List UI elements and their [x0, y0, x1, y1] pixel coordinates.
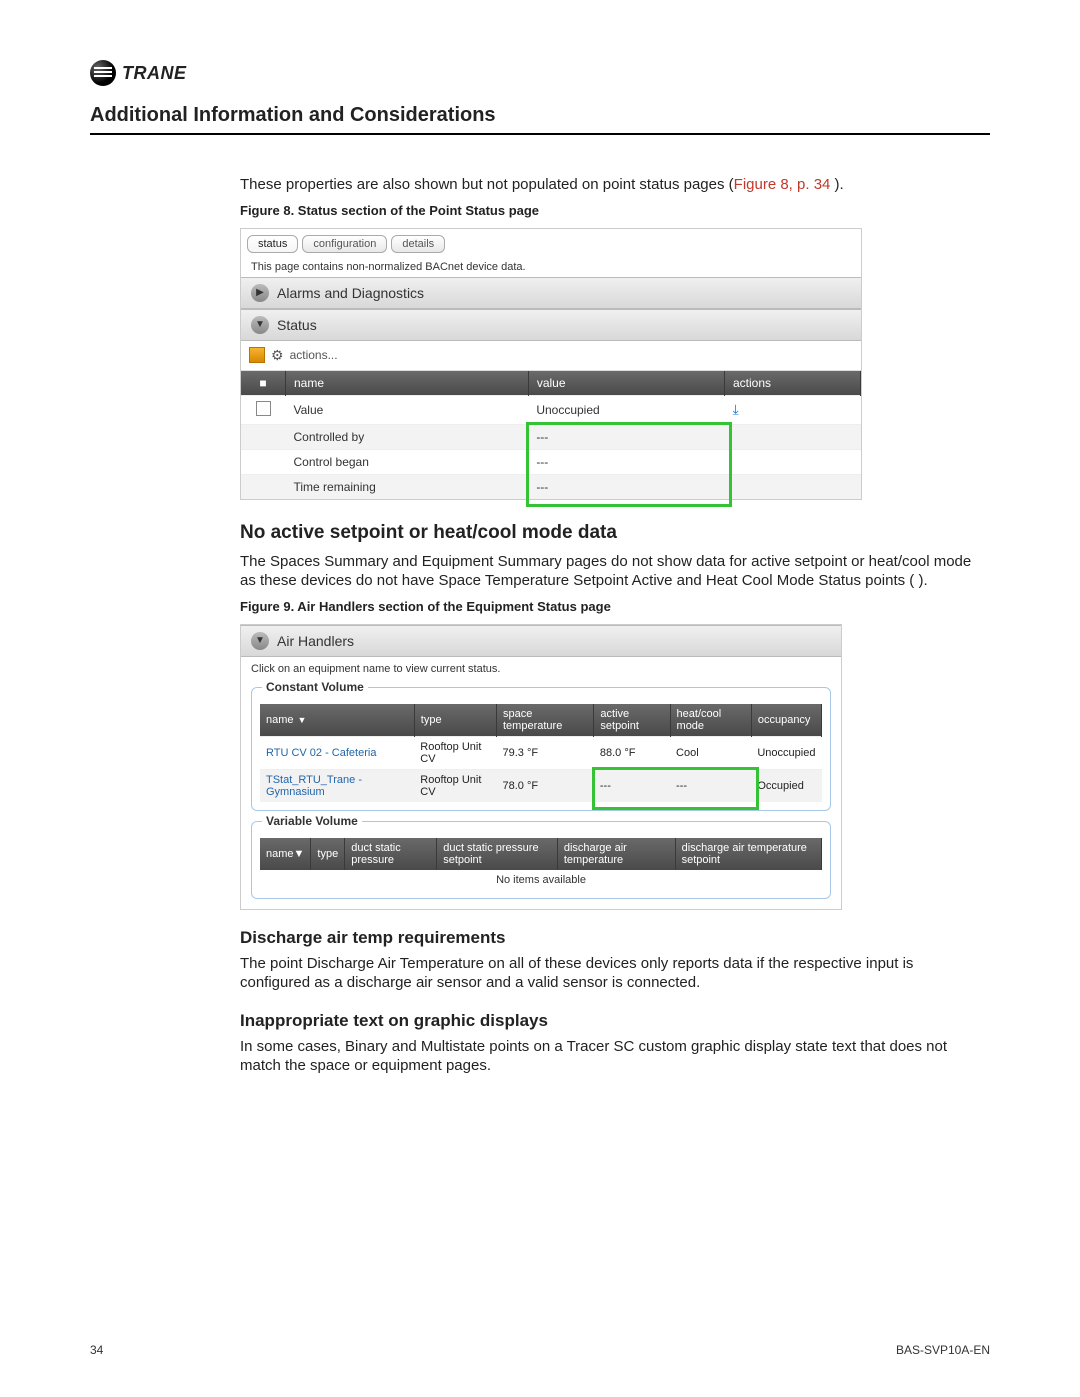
variable-volume-table: name▼ type duct static pressure duct sta…: [260, 838, 822, 870]
section-title: Additional Information and Consideration…: [90, 104, 990, 127]
cell-value: ---: [528, 474, 724, 499]
constant-volume-label: Constant Volume: [262, 680, 368, 694]
override-icon[interactable]: ⤓: [732, 401, 738, 417]
cv-col-space-temp[interactable]: space temperature: [497, 704, 594, 737]
air-handlers-label: Air Handlers: [277, 633, 354, 649]
col-select[interactable]: ■: [241, 371, 286, 396]
table-row: TStat_RTU_Trane - GymnasiumRooftop Unit …: [260, 769, 822, 802]
table-row: Control began---: [241, 449, 861, 474]
vv-col-name[interactable]: name▼: [260, 838, 311, 870]
cv-col-heatcool[interactable]: heat/cool mode: [670, 704, 751, 737]
row-checkbox[interactable]: [256, 401, 271, 416]
figure-9-caption: Figure 9. Air Handlers section of the Eq…: [240, 599, 980, 614]
cell-space-temp: 78.0 °F: [497, 769, 594, 802]
status-bar[interactable]: ▼ Status: [241, 309, 861, 341]
table-row: ValueUnoccupied ⤓: [241, 395, 861, 424]
collapse-icon: ▼: [251, 632, 269, 650]
vv-col-dsp[interactable]: duct static pressure: [345, 838, 437, 870]
alarms-label: Alarms and Diagnostics: [277, 285, 424, 301]
heading-inappropriate: Inappropriate text on graphic displays: [240, 1011, 980, 1031]
no-items-label: No items available: [260, 870, 822, 890]
sort-icon: ▼: [294, 848, 305, 860]
section-rule: [90, 133, 990, 135]
cell-value: Unoccupied: [528, 395, 724, 424]
table-row: Controlled by---: [241, 424, 861, 449]
cell-actions: [724, 474, 860, 499]
heading-discharge: Discharge air temp requirements: [240, 928, 980, 948]
paragraph-no-active: The Spaces Summary and Equipment Summary…: [240, 552, 980, 591]
table-row: Time remaining---: [241, 474, 861, 499]
vv-col-dat-setpoint[interactable]: discharge air temperature setpoint: [675, 838, 821, 870]
cv-col-type[interactable]: type: [414, 704, 496, 737]
figure-8-ui: status configuration details This page c…: [240, 228, 862, 500]
cell-name: Time remaining: [286, 474, 529, 499]
cell-active-setpoint: 88.0 °F: [594, 736, 670, 769]
cv-col-name[interactable]: name▼: [260, 704, 414, 737]
constant-volume-table: name▼ type space temperature active setp…: [260, 704, 822, 802]
heading-no-active: No active setpoint or heat/cool mode dat…: [240, 522, 980, 544]
col-name[interactable]: name: [286, 371, 529, 396]
col-value[interactable]: value: [528, 371, 724, 396]
cell-active-setpoint: ---: [594, 769, 670, 802]
actions-menu[interactable]: actions...: [290, 348, 338, 362]
intro-paragraph: These properties are also shown but not …: [240, 175, 980, 195]
vv-col-type[interactable]: type: [311, 838, 345, 870]
table-row: RTU CV 02 - CafeteriaRooftop Unit CV79.3…: [260, 736, 822, 769]
cell-occupancy: Unoccupied: [751, 736, 821, 769]
gear-icon: ⚙: [271, 347, 284, 364]
cell-actions: [724, 449, 860, 474]
cell-heatcool: Cool: [670, 736, 751, 769]
cell-heatcool: ---: [670, 769, 751, 802]
tab-status[interactable]: status: [247, 235, 298, 253]
paragraph-discharge: The point Discharge Air Temperature on a…: [240, 954, 980, 993]
cell-name: Control began: [286, 449, 529, 474]
status-table: ■ name value actions ValueUnoccupied ⤓ Con…: [241, 371, 861, 499]
doc-id: BAS-SVP10A-EN: [896, 1343, 990, 1357]
sort-icon: ▼: [298, 715, 307, 725]
vv-col-dat[interactable]: discharge air temperature: [557, 838, 675, 870]
variable-volume-group: Variable Volume name▼ type duct static p…: [251, 821, 831, 899]
cell-type: Rooftop Unit CV: [414, 769, 496, 802]
air-handlers-hint: Click on an equipment name to view curre…: [241, 657, 841, 681]
tab-details[interactable]: details: [391, 235, 445, 253]
cv-col-occupancy[interactable]: occupancy: [751, 704, 821, 737]
cell-occupancy: Occupied: [751, 769, 821, 802]
variable-volume-label: Variable Volume: [262, 814, 362, 828]
paragraph-inappropriate: In some cases, Binary and Multistate poi…: [240, 1037, 980, 1076]
cell-space-temp: 79.3 °F: [497, 736, 594, 769]
page-number: 34: [90, 1343, 103, 1357]
brand-text: TRANE: [122, 63, 187, 84]
cell-actions: [724, 424, 860, 449]
vv-col-dsp-setpoint[interactable]: duct static pressure setpoint: [437, 838, 558, 870]
air-handlers-bar[interactable]: ▼ Air Handlers: [241, 625, 841, 657]
expand-icon: ▶: [251, 284, 269, 302]
col-actions[interactable]: actions: [724, 371, 860, 396]
alarms-diagnostics-bar[interactable]: ▶ Alarms and Diagnostics: [241, 277, 861, 309]
constant-volume-group: Constant Volume name▼ type space tempera…: [251, 687, 831, 811]
trane-mark-icon: [90, 60, 116, 86]
intro-tail: ).: [830, 176, 843, 193]
cv-col-active-setpoint[interactable]: active setpoint: [594, 704, 670, 737]
figure-9-ui: ▼ Air Handlers Click on an equipment nam…: [240, 624, 842, 910]
cell-value: ---: [528, 424, 724, 449]
equipment-link[interactable]: RTU CV 02 - Cafeteria: [260, 736, 414, 769]
status-label: Status: [277, 317, 317, 333]
cell-name: Value: [286, 395, 529, 424]
equipment-link[interactable]: TStat_RTU_Trane - Gymnasium: [260, 769, 414, 802]
cell-name: Controlled by: [286, 424, 529, 449]
figure-8-link[interactable]: Figure 8, p. 34: [734, 176, 831, 193]
intro-text: These properties are also shown but not …: [240, 176, 734, 193]
brand-logo: TRANE: [90, 60, 990, 86]
cell-actions[interactable]: ⤓: [724, 395, 860, 424]
collapse-icon: ▼: [251, 316, 269, 334]
page-note: This page contains non-normalized BACnet…: [241, 257, 861, 277]
select-all-toggle[interactable]: [249, 347, 265, 363]
cell-type: Rooftop Unit CV: [414, 736, 496, 769]
cell-value: ---: [528, 449, 724, 474]
tab-configuration[interactable]: configuration: [302, 235, 387, 253]
figure-8-caption: Figure 8. Status section of the Point St…: [240, 203, 980, 218]
